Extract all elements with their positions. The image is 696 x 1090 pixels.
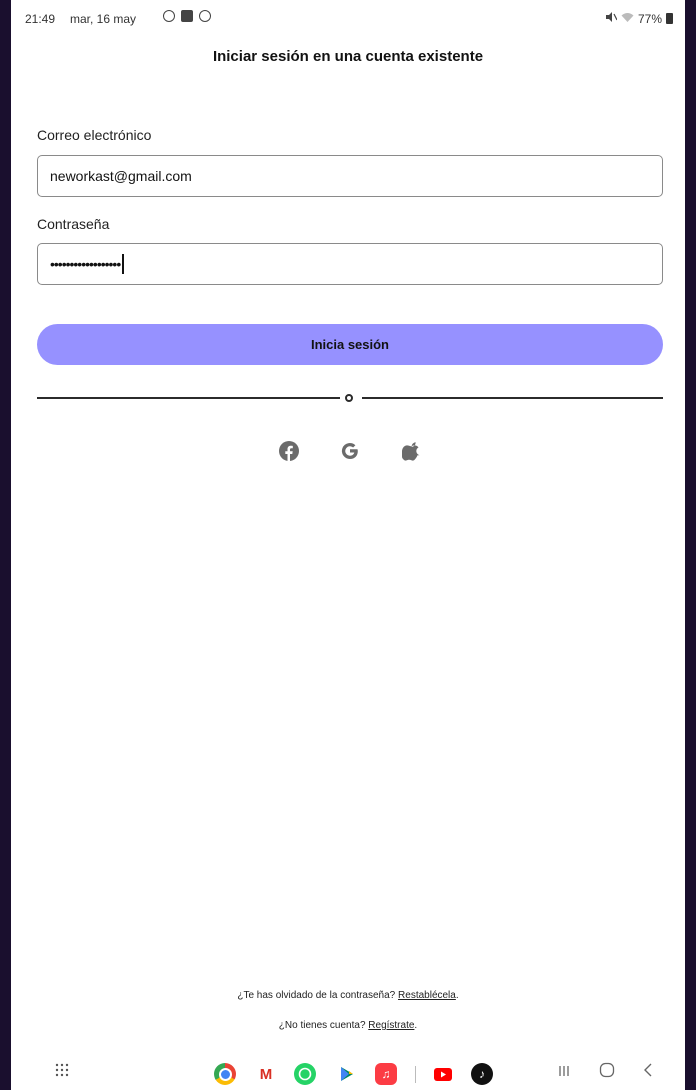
- wifi-icon: [621, 12, 634, 26]
- play-store-icon[interactable]: [336, 1063, 358, 1085]
- email-label: Correo electrónico: [37, 127, 152, 143]
- page-title: Iniciar sesión en una cuenta existente: [212, 48, 484, 65]
- taskbar: M ♫ ♪: [11, 1054, 685, 1090]
- status-bar: 21:49 mar, 16 may 77%: [11, 0, 685, 38]
- status-date: mar, 16 may: [70, 12, 137, 26]
- app-screen: 21:49 mar, 16 may 77% Iniciar sesión en …: [11, 0, 685, 1090]
- login-button[interactable]: Inicia sesión: [37, 324, 663, 365]
- signup-text: ¿No tienes cuenta?: [278, 1020, 366, 1031]
- google-login-button[interactable]: [339, 440, 361, 462]
- recents-button[interactable]: [557, 1062, 571, 1083]
- google-icon: [341, 443, 358, 460]
- tiktok-icon[interactable]: ♪: [471, 1063, 493, 1085]
- battery-icon: [666, 13, 673, 24]
- notification-app-icon: [181, 10, 193, 22]
- youtube-icon[interactable]: [432, 1063, 454, 1085]
- gmail-icon[interactable]: M: [255, 1063, 277, 1085]
- music-icon[interactable]: ♫: [375, 1063, 397, 1085]
- status-time: 21:49: [25, 12, 56, 26]
- divider-line-left: [37, 397, 340, 399]
- taskbar-separator: [415, 1066, 416, 1083]
- email-value: neworkast@gmail.com: [50, 168, 192, 184]
- app-drawer-icon[interactable]: [54, 1062, 70, 1083]
- apple-login-button[interactable]: [400, 440, 422, 462]
- password-value: ••••••••••••••••••: [50, 256, 121, 272]
- chrome-icon[interactable]: [214, 1063, 236, 1085]
- divider-line-right: [362, 397, 663, 399]
- signup-period: .: [414, 1020, 418, 1031]
- facebook-icon: [279, 441, 299, 461]
- mute-icon: [605, 11, 618, 26]
- password-label: Contraseña: [37, 216, 110, 232]
- signup-row: ¿No tienes cuenta? Regístrate.: [11, 1020, 685, 1031]
- notification-icons: [163, 10, 211, 22]
- do-not-disturb-icon: [163, 10, 175, 22]
- email-field[interactable]: neworkast@gmail.com: [37, 155, 663, 197]
- password-field[interactable]: ••••••••••••••••••: [37, 243, 663, 285]
- facebook-login-button[interactable]: [278, 440, 300, 462]
- forgot-password-row: ¿Te has olvidado de la contraseña? Resta…: [11, 990, 685, 1001]
- forgot-period: .: [455, 990, 459, 1001]
- sync-icon: [199, 10, 211, 22]
- battery-level: 77%: [637, 11, 662, 26]
- divider-dot: [345, 394, 353, 402]
- status-right: 77%: [605, 11, 673, 26]
- home-button[interactable]: [599, 1062, 615, 1083]
- signup-link[interactable]: Regístrate: [368, 1020, 414, 1031]
- text-caret: [122, 254, 125, 274]
- apple-icon: [402, 442, 420, 461]
- back-button[interactable]: [642, 1062, 654, 1083]
- forgot-password-text: ¿Te has olvidado de la contraseña?: [237, 990, 396, 1001]
- whatsapp-icon[interactable]: [294, 1063, 316, 1085]
- reset-password-link[interactable]: Restablécela: [398, 990, 456, 1001]
